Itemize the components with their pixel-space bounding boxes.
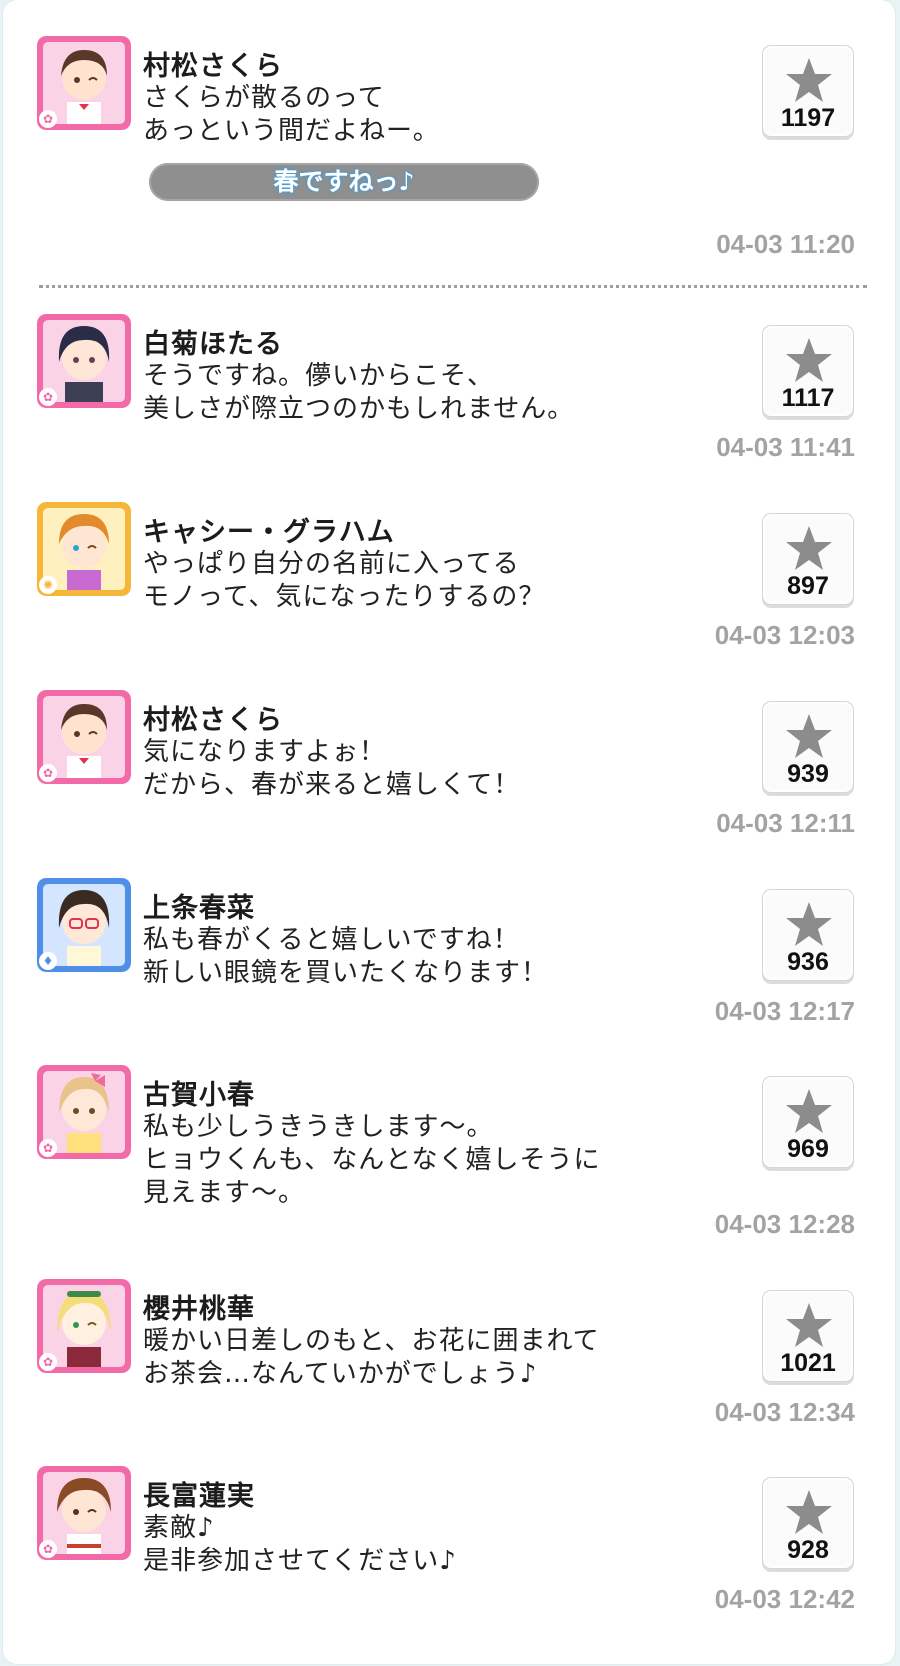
comment-text: 気になりますよぉ！ だから、春が来ると嬉しくて！ — [143, 736, 520, 802]
like-count: 897 — [787, 572, 829, 600]
like-button[interactable]: 897 — [762, 513, 854, 605]
comment-text: さくらが散るのって あっという間だよねー。 — [143, 82, 440, 148]
commenter-name: 白菊ほたる — [143, 329, 283, 360]
comment-line: 気になりますよぉ！ — [143, 737, 387, 767]
comment-panel: ✿ 村松さくら さくらが散るのって あっという間だよねー。 1197 春ですねっ… — [3, 0, 895, 1664]
like-button[interactable]: 939 — [762, 701, 854, 793]
timestamp: 04-03 12:17 — [714, 996, 855, 1026]
cute-attribute-icon: ✿ — [39, 1353, 57, 1371]
comment-text: 私も少しうきうきします〜。 ヒョウくんも、なんとなく嬉しそうに 見えます〜。 — [143, 1111, 600, 1210]
like-button[interactable]: 1021 — [762, 1290, 854, 1382]
cute-attribute-icon: ✿ — [39, 764, 57, 782]
cute-attribute-icon: ✿ — [39, 110, 57, 128]
comment-line: 素敵♪ — [143, 1513, 215, 1543]
comment-text: 私も春がくると嬉しいですね！ 新しい眼鏡を買いたくなります！ — [143, 924, 548, 990]
avatar[interactable]: ✿ — [37, 36, 131, 130]
star-icon — [786, 526, 832, 570]
like-button[interactable]: 1117 — [762, 325, 854, 417]
commenter-name: 長富蓮実 — [143, 1481, 255, 1512]
cute-attribute-icon: ✿ — [39, 388, 57, 406]
star-icon — [786, 58, 832, 102]
avatar[interactable]: ✿ — [37, 314, 131, 408]
timestamp: 04-03 12:11 — [716, 808, 855, 838]
thread-divider — [39, 285, 867, 288]
timestamp: 04-03 12:28 — [714, 1209, 855, 1239]
like-count: 969 — [787, 1135, 829, 1163]
commenter-name: 村松さくら — [143, 51, 283, 82]
comment-line: だから、春が来ると嬉しくて！ — [143, 770, 521, 800]
timestamp: 04-03 12:42 — [714, 1584, 855, 1614]
comment-line: 私も少しうきうきします〜。 — [143, 1112, 494, 1142]
cute-attribute-icon: ✿ — [39, 1139, 57, 1157]
comment-line: 私も春がくると嬉しいですね！ — [143, 925, 520, 955]
star-icon — [786, 1303, 832, 1347]
timestamp: 04-03 12:34 — [714, 1397, 855, 1427]
avatar[interactable]: ✿ — [37, 690, 131, 784]
comment-text: 暖かい日差しのもと、お花に囲まれて お茶会…なんていかがでしょう♪ — [143, 1325, 600, 1391]
star-icon — [786, 338, 832, 382]
like-count: 1117 — [781, 384, 835, 412]
comment-text: 素敵♪ 是非参加させてください♪ — [143, 1512, 457, 1578]
comment-line: やっぱり自分の名前に入ってる — [143, 549, 520, 579]
comment-text: やっぱり自分の名前に入ってる モノって、気になったりするの？ — [143, 548, 545, 614]
star-icon — [786, 1089, 832, 1133]
cool-attribute-icon: ♦ — [39, 952, 57, 970]
timestamp: 04-03 12:03 — [714, 620, 855, 650]
star-icon — [786, 714, 832, 758]
like-button[interactable]: 1197 — [762, 45, 854, 137]
like-count: 928 — [787, 1536, 829, 1564]
comment-line: お茶会…なんていかがでしょう♪ — [143, 1359, 538, 1389]
like-count: 939 — [787, 760, 829, 788]
like-count: 936 — [787, 948, 829, 976]
stamp-reply-button[interactable]: 春ですねっ♪ — [149, 163, 539, 201]
comment-line: 是非参加させてください♪ — [143, 1546, 457, 1576]
timestamp: 04-03 11:20 — [716, 229, 855, 259]
like-count: 1197 — [780, 104, 836, 132]
comment-line: ヒョウくんも、なんとなく嬉しそうに — [143, 1145, 601, 1175]
cute-attribute-icon: ✿ — [39, 1540, 57, 1558]
commenter-name: 上条春菜 — [143, 893, 255, 924]
timestamp: 04-03 11:41 — [716, 432, 855, 462]
comment-line: モノって、気になったりするの？ — [143, 582, 546, 612]
avatar[interactable]: ✿ — [37, 1466, 131, 1560]
like-count: 1021 — [780, 1349, 836, 1377]
commenter-name: 櫻井桃華 — [143, 1294, 255, 1325]
avatar[interactable]: ✺ — [37, 502, 131, 596]
star-icon — [786, 902, 832, 946]
comment-line: さくらが散るのって — [143, 83, 385, 113]
comment-line: あっという間だよねー。 — [143, 116, 440, 146]
comment-line: 見えます〜。 — [143, 1178, 306, 1208]
like-button[interactable]: 969 — [762, 1076, 854, 1168]
comment-line: そうですね。儚いからこそ、 — [143, 361, 495, 391]
like-button[interactable]: 936 — [762, 889, 854, 981]
comment-line: 美しさが際立つのかもしれません。 — [143, 394, 575, 424]
star-icon — [786, 1490, 832, 1534]
passion-attribute-icon: ✺ — [39, 576, 57, 594]
commenter-name: キャシー・グラハム — [143, 517, 395, 548]
avatar[interactable]: ♦ — [37, 878, 131, 972]
comment-text: そうですね。儚いからこそ、 美しさが際立つのかもしれません。 — [143, 360, 574, 426]
comment-line: 暖かい日差しのもと、お花に囲まれて — [143, 1326, 600, 1356]
commenter-name: 古賀小春 — [143, 1080, 255, 1111]
comment-line: 新しい眼鏡を買いたくなります！ — [143, 958, 549, 988]
avatar[interactable]: ✿ — [37, 1279, 131, 1373]
commenter-name: 村松さくら — [143, 705, 283, 736]
avatar[interactable]: ✿ — [37, 1065, 131, 1159]
like-button[interactable]: 928 — [762, 1477, 854, 1569]
